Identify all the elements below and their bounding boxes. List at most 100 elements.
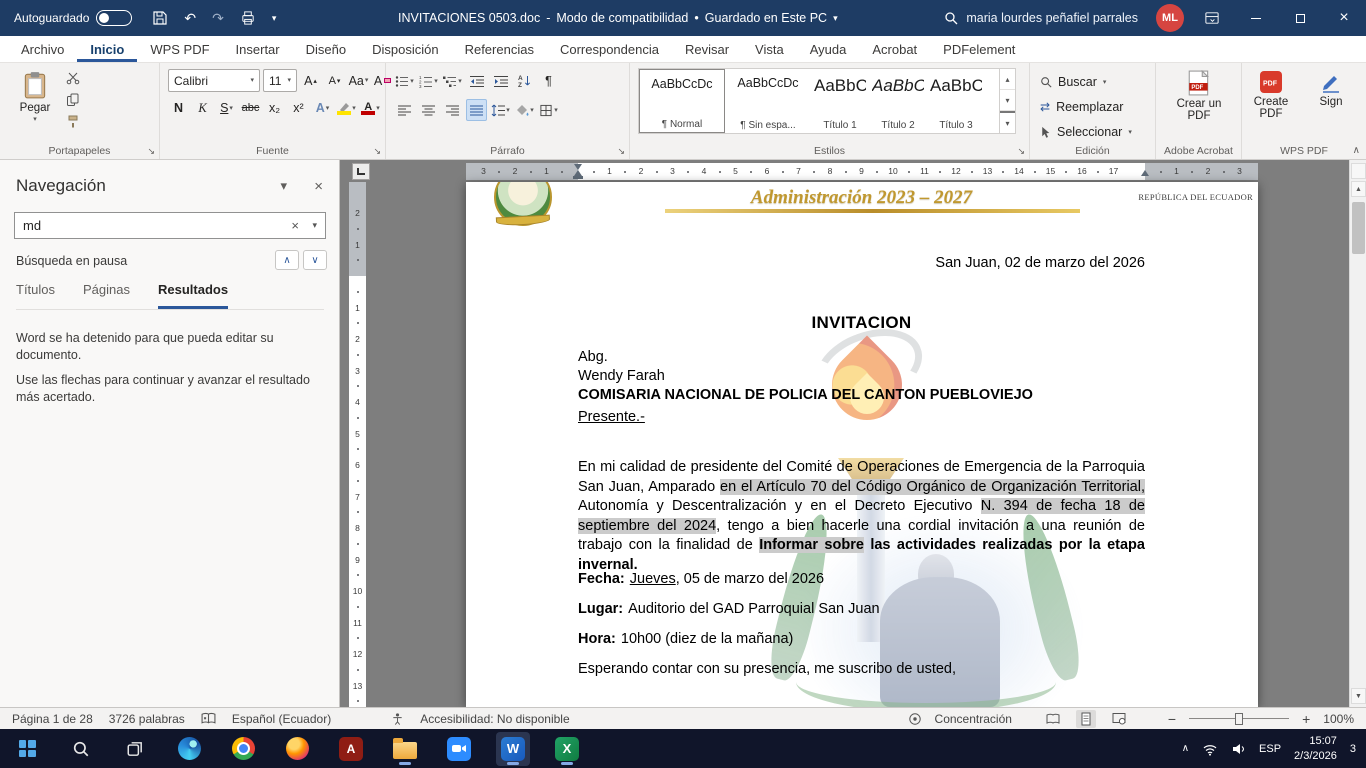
h-ruler[interactable]: 3211234567891011121314151617123 <box>466 163 1258 180</box>
autosave-control[interactable]: Autoguardado <box>14 10 132 26</box>
left-indent-marker[interactable] <box>573 176 583 179</box>
shrink-font-button[interactable]: A▾ <box>324 70 345 92</box>
vertical-scrollbar[interactable]: ▲ ▼ <box>1349 160 1366 707</box>
copy-button[interactable] <box>66 93 80 107</box>
style-card-heading2[interactable]: AaBbC. Título 2 <box>869 69 927 133</box>
document-title-menu[interactable]: INVITACIONES 0503.doc - Modo de compatib… <box>398 0 838 36</box>
zoom-level[interactable]: 100% <box>1323 712 1354 726</box>
strikethrough-button[interactable]: abc <box>240 97 261 119</box>
tab-correspondencia[interactable]: Correspondencia <box>547 36 672 62</box>
superscript-button[interactable]: x² <box>288 97 309 119</box>
scroll-up-button[interactable]: ▲ <box>1351 181 1366 197</box>
nav-search-input[interactable] <box>15 213 265 238</box>
nav-pane-options-icon[interactable]: ▾ <box>280 178 287 194</box>
shading-button[interactable]: ▾ <box>514 99 535 121</box>
excel-button[interactable]: X <box>550 732 584 766</box>
nav-tab-resultados[interactable]: Resultados <box>158 282 228 309</box>
style-card-no-spacing[interactable]: AaBbCcDc ¶ Sin espa... <box>725 69 811 133</box>
style-card-normal[interactable]: AaBbCcDc ¶ Normal <box>639 69 725 133</box>
wps-sign-button[interactable]: Sign <box>1304 67 1358 108</box>
subscript-button[interactable]: x₂ <box>264 97 285 119</box>
increase-indent-button[interactable] <box>490 70 511 92</box>
align-right-button[interactable] <box>442 99 463 121</box>
proofing-icon[interactable] <box>201 712 216 725</box>
tab-wps-pdf[interactable]: WPS PDF <box>137 36 222 62</box>
scroll-thumb[interactable] <box>1352 202 1365 254</box>
grow-font-button[interactable]: A▴ <box>300 70 321 92</box>
numbering-button[interactable]: 123▾ <box>418 70 439 92</box>
search-options-caret-icon[interactable]: ▾ <box>312 213 317 238</box>
zoom-slider[interactable] <box>1189 712 1289 726</box>
print-icon[interactable] <box>240 10 256 26</box>
acrobat-button[interactable]: A <box>334 732 368 766</box>
zoom-in-button[interactable]: + <box>1302 711 1310 727</box>
nav-tab-páginas[interactable]: Páginas <box>83 282 130 309</box>
wifi-icon[interactable] <box>1202 742 1218 756</box>
print-layout-button[interactable] <box>1076 710 1096 728</box>
task-view-button[interactable] <box>118 732 152 766</box>
create-pdf-button[interactable]: PDF Crear un PDF <box>1172 67 1226 122</box>
accessibility-status[interactable]: Accesibilidad: No disponible <box>420 712 569 726</box>
font-color-button[interactable]: A▾ <box>360 97 381 119</box>
document-page[interactable]: Administración 2023 – 2027 REPÚBLICA DEL… <box>466 182 1258 707</box>
styles-more-button[interactable]: ▾ <box>1000 111 1015 133</box>
find-button[interactable]: Buscar ▾ <box>1040 71 1106 93</box>
font-size-select[interactable]: 11▾ <box>263 69 297 92</box>
undo-button[interactable]: ↶ <box>184 11 196 25</box>
replace-button[interactable]: ⇄ Reemplazar <box>1040 96 1123 118</box>
nav-pane-close-icon[interactable]: × <box>314 178 323 195</box>
paragraph-dialog-launcher[interactable]: ↘ <box>617 146 625 157</box>
clear-search-icon[interactable]: × <box>291 213 299 238</box>
start-button[interactable] <box>10 732 44 766</box>
chrome-button[interactable] <box>226 732 260 766</box>
scroll-down-button[interactable]: ▼ <box>1351 688 1366 704</box>
sort-button[interactable]: AZ <box>514 70 535 92</box>
word-button[interactable]: W <box>496 732 530 766</box>
v-ruler[interactable]: 211234567891011121314 <box>349 182 366 707</box>
avatar[interactable]: ML <box>1156 4 1184 32</box>
styles-scroll-down-button[interactable]: ▾ <box>1000 90 1015 111</box>
tab-stop-selector[interactable] <box>352 163 370 180</box>
tab-pdfelement[interactable]: PDFelement <box>930 36 1028 62</box>
save-icon[interactable] <box>152 10 168 26</box>
firefox-button[interactable] <box>280 732 314 766</box>
decrease-indent-button[interactable] <box>466 70 487 92</box>
language-status[interactable]: Español (Ecuador) <box>232 712 331 726</box>
italic-button[interactable]: K <box>192 97 213 119</box>
collapse-ribbon-button[interactable]: ∧ <box>1353 145 1360 156</box>
tab-referencias[interactable]: Referencias <box>452 36 547 62</box>
show-marks-button[interactable]: ¶ <box>538 70 559 92</box>
align-center-button[interactable] <box>418 99 439 121</box>
redo-button[interactable]: ↷ <box>212 11 224 25</box>
tab-disposición[interactable]: Disposición <box>359 36 451 62</box>
style-card-heading1[interactable]: AaBbC Título 1 <box>811 69 869 133</box>
word-count[interactable]: 3726 palabras <box>109 712 185 726</box>
customize-qat-caret[interactable]: ▾ <box>272 14 277 23</box>
search-box[interactable]: maria lourdes peñafiel parrales <box>944 0 1138 36</box>
taskbar-search-button[interactable] <box>64 732 98 766</box>
next-result-button[interactable]: ∨ <box>303 250 327 270</box>
zoom-slider-thumb[interactable] <box>1235 713 1243 725</box>
line-spacing-button[interactable]: ▾ <box>490 99 511 121</box>
font-dialog-launcher[interactable]: ↘ <box>373 146 381 157</box>
tab-revisar[interactable]: Revisar <box>672 36 742 62</box>
maximize-button[interactable] <box>1278 0 1322 36</box>
underline-button[interactable]: S▾ <box>216 97 237 119</box>
nav-tab-títulos[interactable]: Títulos <box>16 282 55 309</box>
page-count[interactable]: Página 1 de 28 <box>12 712 93 726</box>
volume-icon[interactable] <box>1231 742 1246 756</box>
clock[interactable]: 15:07 2/3/2026 <box>1294 734 1337 763</box>
tab-ayuda[interactable]: Ayuda <box>797 36 860 62</box>
file-explorer-button[interactable] <box>388 732 422 766</box>
highlight-button[interactable]: ▾ <box>336 97 357 119</box>
scrollbar-split-box[interactable] <box>1351 163 1366 179</box>
format-painter-button[interactable] <box>66 115 80 129</box>
close-button[interactable]: × <box>1322 0 1366 36</box>
justify-button[interactable] <box>466 99 487 121</box>
previous-result-button[interactable]: ∧ <box>275 250 299 270</box>
accessibility-icon[interactable] <box>391 712 404 726</box>
tab-inicio[interactable]: Inicio <box>77 36 137 62</box>
tab-insertar[interactable]: Insertar <box>223 36 293 62</box>
tab-archivo[interactable]: Archivo <box>8 36 77 62</box>
edge-button[interactable] <box>172 732 206 766</box>
